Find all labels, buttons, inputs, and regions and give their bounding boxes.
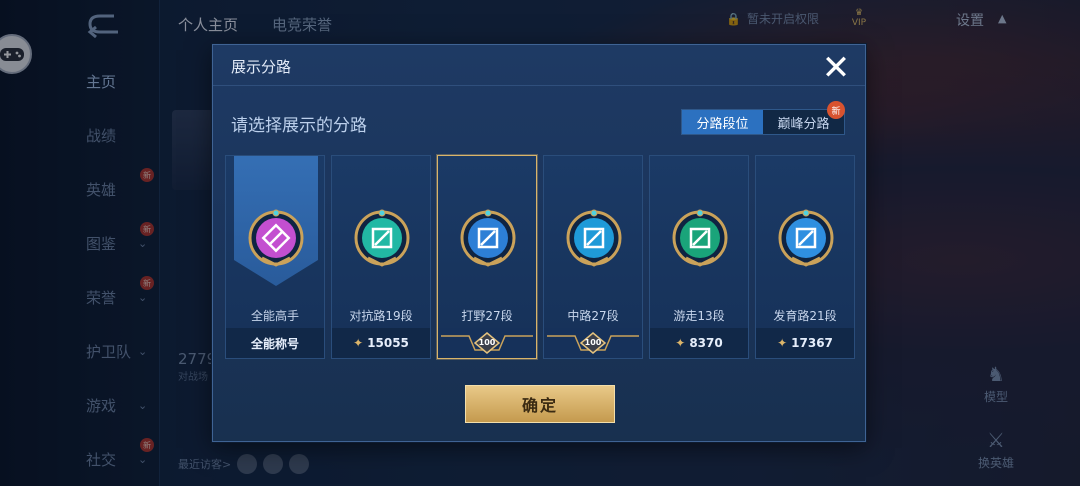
lane-card[interactable]: 中路27段 100 [543, 155, 643, 359]
new-badge: 新 [827, 101, 845, 119]
rank-stars: 100 [478, 338, 496, 347]
power-score-icon: ✦ [675, 336, 686, 350]
lane-card[interactable]: 打野27段 100 [437, 155, 537, 359]
power-score: 15055 [367, 336, 409, 350]
close-icon[interactable]: ✕ [818, 50, 854, 86]
lane-label: 发育路21段 [773, 309, 837, 323]
lane-label: 打野27段 [461, 309, 513, 323]
lane-footer: 100 [438, 328, 536, 358]
lane-footer: ✦ 17367 [756, 328, 854, 358]
lane-card[interactable]: 游走13段 ✦ 8370 [649, 155, 749, 359]
lane-display-dialog: 展示分路 ✕ 请选择展示的分路 分路段位 巅峰分路 新 全能高手 全能称号 对抗路1… [212, 44, 866, 442]
clash-lane-icon [354, 209, 410, 267]
dialog-title: 展示分路 [231, 58, 292, 76]
mid-lane-icon [566, 209, 622, 267]
lane-card[interactable]: 全能高手 全能称号 [225, 155, 325, 359]
lane-footer: ✦ 8370 [650, 328, 748, 358]
lane-card[interactable]: 对抗路19段 ✦ 15055 [331, 155, 431, 359]
roam-icon [672, 209, 728, 267]
power-score: 8370 [689, 336, 723, 350]
lane-card[interactable]: 发育路21段 ✦ 17367 [755, 155, 855, 359]
rank-stars: 100 [584, 338, 602, 347]
lane-footer: 100 [544, 328, 642, 358]
farm-lane-icon [778, 209, 834, 267]
lane-label: 对抗路19段 [349, 309, 413, 323]
all-round-icon [248, 209, 304, 267]
lane-label: 中路27段 [567, 309, 619, 323]
power-score-icon: ✦ [777, 336, 788, 350]
lane-footer: 全能称号 [226, 328, 324, 358]
dialog-prompt: 请选择展示的分路 [231, 116, 367, 136]
rank-star-badge: 100 [545, 332, 641, 354]
divider [213, 85, 865, 86]
rank-star-badge: 100 [439, 332, 535, 354]
title-text: 全能称号 [250, 336, 299, 351]
lane-mode-toggle: 分路段位 巅峰分路 [681, 109, 845, 135]
power-score-icon: ✦ [353, 336, 364, 350]
tab-lane-rank[interactable]: 分路段位 [682, 110, 763, 134]
power-score: 17367 [791, 336, 833, 350]
jungle-icon [460, 209, 516, 267]
lane-label: 全能高手 [250, 309, 299, 323]
lane-label: 游走13段 [673, 309, 725, 323]
confirm-button[interactable]: 确定 [465, 385, 615, 423]
lane-footer: ✦ 15055 [332, 328, 430, 358]
